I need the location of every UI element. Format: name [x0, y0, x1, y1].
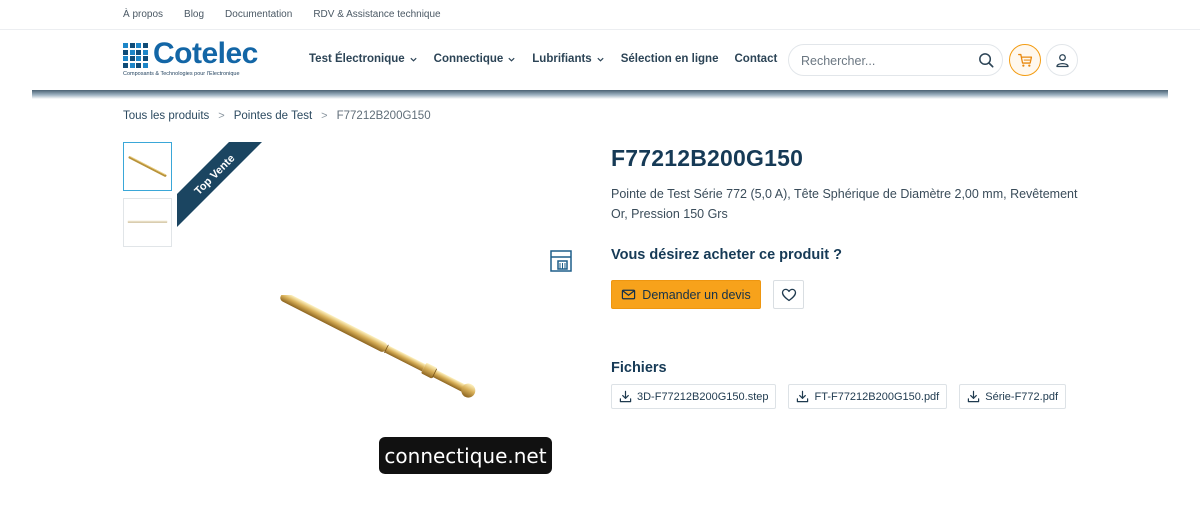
file-download-button[interactable]: FT-F77212B200G150.pdf	[788, 384, 948, 409]
watermark-label: connectique.net	[379, 437, 552, 474]
files-heading: Fichiers	[611, 360, 667, 376]
file-name: FT-F77212B200G150.pdf	[814, 390, 940, 403]
top-link-documentation[interactable]: Documentation	[225, 9, 292, 20]
breadcrumb-all-products[interactable]: Tous les produits	[123, 110, 209, 122]
mail-icon	[622, 289, 636, 300]
probe-thumbnail-image	[128, 156, 167, 177]
request-quote-button[interactable]: Demander un devis	[611, 280, 761, 309]
nav-contact[interactable]: Contact	[734, 53, 777, 65]
files-list: 3D-F77212B200G150.step FT-F77212B200G150…	[611, 384, 1066, 409]
product-title: F77212B200G150	[611, 145, 804, 171]
chevron-down-icon	[508, 57, 515, 62]
nav-selection-en-ligne[interactable]: Sélection en ligne	[621, 53, 719, 65]
file-download-button[interactable]: Série-F772.pdf	[959, 384, 1066, 409]
breadcrumb-separator: >	[321, 110, 328, 122]
breadcrumb-separator: >	[218, 110, 225, 122]
search-input[interactable]	[801, 52, 971, 70]
request-quote-label: Demander un devis	[642, 287, 751, 302]
file-name: 3D-F77212B200G150.step	[637, 390, 769, 403]
buy-heading: Vous désirez acheter ce produit ?	[611, 247, 842, 263]
breadcrumb-current: F77212B200G150	[336, 110, 431, 122]
top-bar: À propos Blog Documentation RDV & Assist…	[0, 0, 1200, 30]
chevron-down-icon	[410, 57, 417, 62]
top-links: À propos Blog Documentation RDV & Assist…	[123, 9, 441, 20]
breadcrumb: Tous les produits > Pointes de Test > F7…	[123, 110, 431, 122]
user-icon	[1055, 53, 1069, 67]
chevron-down-icon	[597, 57, 604, 62]
download-icon	[619, 390, 632, 403]
breadcrumb-test-probes[interactable]: Pointes de Test	[234, 110, 312, 122]
nav-test-electronique[interactable]: Test Électronique	[309, 53, 418, 65]
brand-logo[interactable]: Cotelec Composants & Technologies pour l…	[123, 37, 273, 81]
account-button[interactable]	[1046, 44, 1078, 76]
download-icon	[968, 390, 980, 403]
logo-mark-icon	[123, 43, 148, 68]
top-vente-badge: Top Vente	[177, 142, 262, 227]
nav-lubrifiants[interactable]: Lubrifiants	[532, 53, 604, 65]
cart-icon	[1017, 53, 1032, 67]
product-thumbnail-2[interactable]	[123, 198, 172, 247]
main-nav: Test Électronique Connectique Lubrifiant…	[309, 53, 777, 65]
download-icon	[797, 390, 809, 403]
header-shadow-divider	[32, 90, 1168, 99]
main-header: Cotelec Composants & Technologies pour l…	[0, 30, 1200, 90]
product-description: Pointe de Test Série 772 (5,0 A), Tête S…	[611, 187, 1078, 221]
top-link-a-propos[interactable]: À propos	[123, 9, 163, 20]
wishlist-button[interactable]	[773, 280, 804, 309]
heart-icon	[781, 288, 796, 301]
file-name: Série-F772.pdf	[985, 390, 1058, 403]
nav-label: Sélection en ligne	[620, 53, 719, 65]
file-download-button[interactable]: 3D-F77212B200G150.step	[611, 384, 777, 409]
search-icon[interactable]	[977, 51, 996, 70]
badge-ribbon-shape	[177, 142, 262, 227]
top-link-blog[interactable]: Blog	[184, 9, 204, 20]
nav-label: Lubrifiants	[532, 53, 592, 65]
search-box	[788, 44, 1003, 76]
top-link-assistance[interactable]: RDV & Assistance technique	[313, 9, 440, 20]
probe-thumbnail-image	[127, 220, 168, 223]
nav-label: Test Électronique	[309, 53, 405, 65]
brand-name: Cotelec	[153, 37, 258, 70]
nav-label: Contact	[734, 53, 778, 65]
product-main-image	[280, 295, 476, 398]
product-thumbnail-1[interactable]	[123, 142, 172, 191]
brand-tagline: Composants & Technologies pour l'Electro…	[123, 71, 240, 77]
fit-view-icon[interactable]	[549, 249, 573, 273]
nav-label: Connectique	[433, 53, 504, 65]
cart-button[interactable]	[1009, 44, 1041, 76]
nav-connectique[interactable]: Connectique	[434, 53, 517, 65]
